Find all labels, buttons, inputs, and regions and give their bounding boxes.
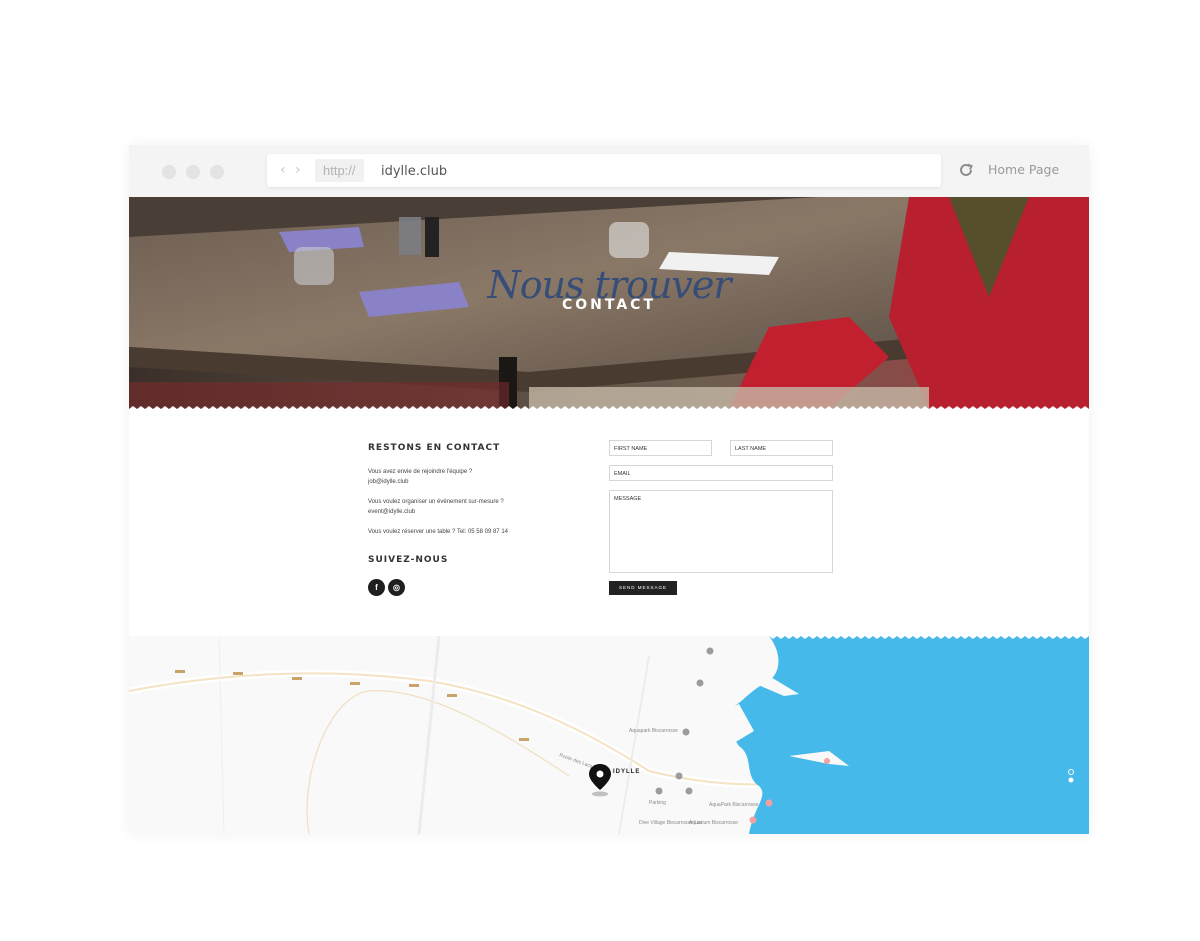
- event-email-link[interactable]: event@idylle.club: [368, 507, 415, 517]
- address-bar[interactable]: ‹ › http:// idylle.club: [267, 154, 941, 187]
- instagram-icon[interactable]: ◎: [388, 579, 405, 596]
- hero-title: CONTACT: [561, 297, 656, 313]
- reservation-text: Vous voulez réserver une table ? Tel: 05…: [368, 529, 508, 535]
- hero-banner: Nous trouver CONTACT: [129, 197, 1089, 409]
- map-canvas[interactable]: IDYLLE Aquapark Biscarrosse AquaPark Bis…: [129, 636, 1089, 834]
- browser-window: ‹ › http:// idylle.club Home Page Nous t…: [129, 145, 1089, 834]
- browser-toolbar: ‹ › http:// idylle.club Home Page: [129, 145, 1089, 197]
- facebook-icon[interactable]: f: [368, 579, 385, 596]
- last-name-field[interactable]: LAST NAME: [730, 440, 833, 456]
- location-map[interactable]: IDYLLE Aquapark Biscarrosse AquaPark Bis…: [129, 636, 1089, 834]
- back-arrow-icon[interactable]: ‹: [280, 162, 286, 178]
- reload-icon[interactable]: [957, 161, 975, 179]
- window-minimize-dot[interactable]: [186, 165, 200, 179]
- follow-heading: SUIVEZ-NOUS: [368, 555, 449, 565]
- map-place-aquapark-2: AquaPark Biscarrosse: [709, 802, 759, 808]
- message-field[interactable]: MESSAGE: [609, 490, 833, 573]
- map-place-dive-village: Dive Village Biscarrosse Lac: [639, 820, 703, 826]
- home-page-link[interactable]: Home Page: [988, 162, 1059, 177]
- map-place-parking: Parking: [649, 800, 666, 806]
- window-close-dot[interactable]: [162, 165, 176, 179]
- contact-heading: RESTONS EN CONTACT: [368, 443, 501, 453]
- forward-arrow-icon[interactable]: ›: [295, 162, 301, 178]
- map-place-aquapark: Aquapark Biscarrosse: [629, 728, 678, 734]
- protocol-label: http://: [315, 159, 364, 182]
- map-marker-label: IDYLLE: [613, 769, 640, 775]
- contact-section: RESTONS EN CONTACT Vous avez envie de re…: [129, 409, 1089, 636]
- join-team-text: Vous avez envie de rejoindre l'équipe ?: [368, 469, 473, 475]
- slider-dot-2: [1068, 777, 1074, 783]
- job-email-link[interactable]: job@idylle.club: [368, 477, 408, 487]
- first-name-field[interactable]: FIRST NAME: [609, 440, 712, 456]
- email-field[interactable]: EMAIL: [609, 465, 833, 481]
- window-maximize-dot[interactable]: [210, 165, 224, 179]
- event-text: Vous voulez organiser un événement sur-m…: [368, 499, 504, 505]
- url-text[interactable]: idylle.club: [381, 154, 447, 190]
- send-message-button[interactable]: SEND MESSAGE: [609, 581, 677, 595]
